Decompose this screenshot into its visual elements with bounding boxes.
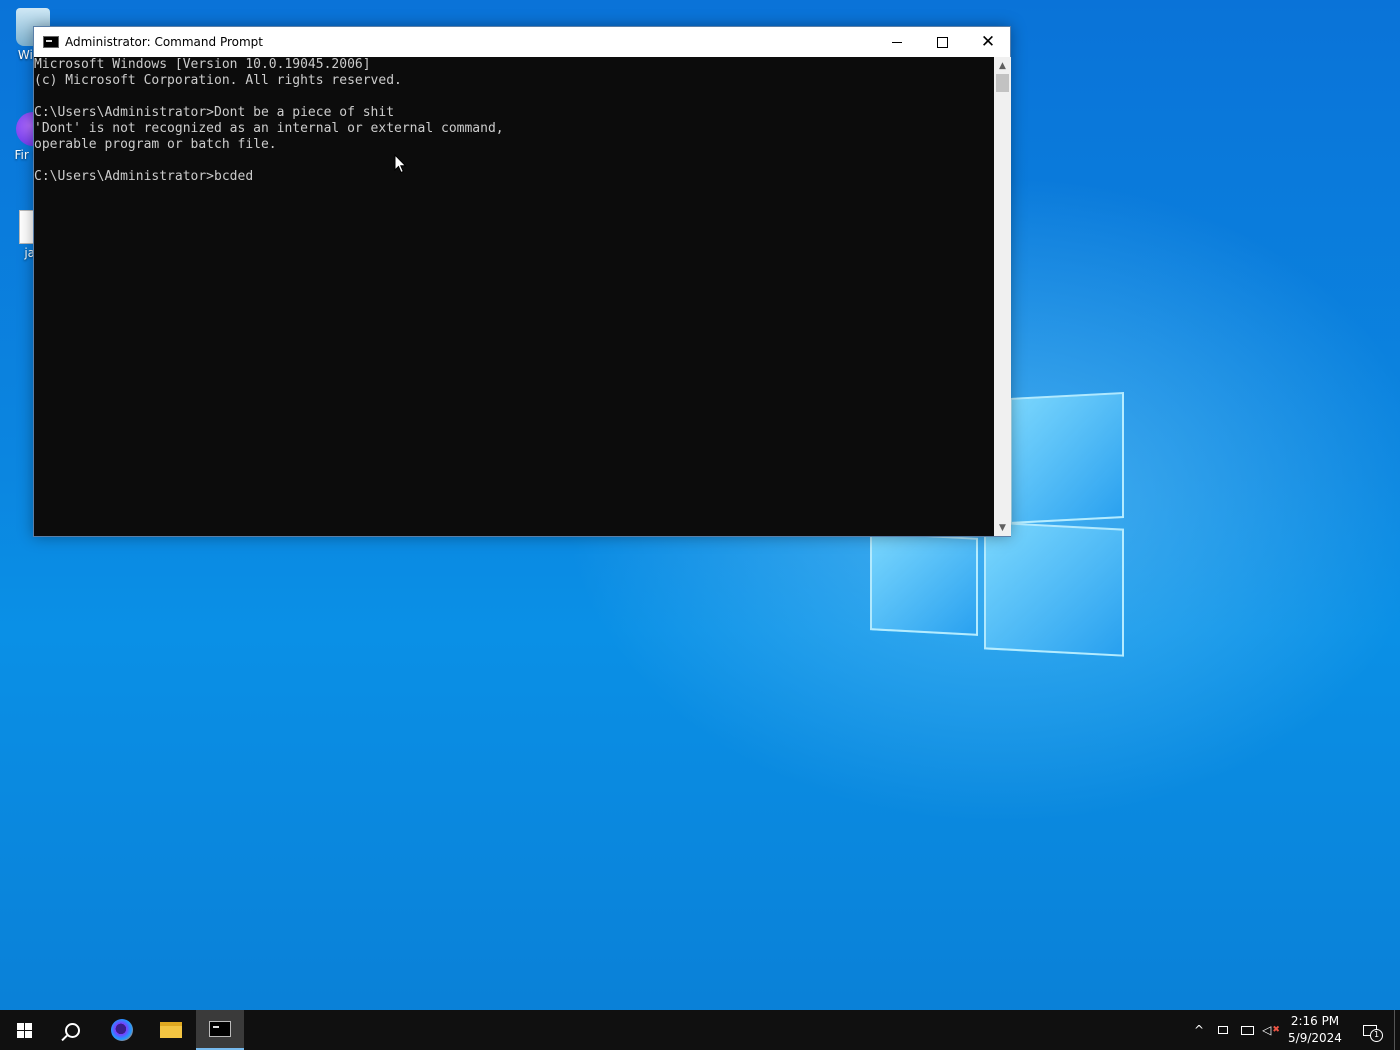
action-center-button[interactable]: 1 <box>1352 1010 1388 1050</box>
chevron-down-icon: ▼ <box>999 522 1006 533</box>
minimize-button[interactable] <box>874 27 920 57</box>
network-button[interactable] <box>1236 1010 1258 1050</box>
chevron-up-icon: ▲ <box>999 60 1006 71</box>
console-line: C:\Users\Administrator>Dont be a piece o… <box>34 105 395 120</box>
scroll-up-button[interactable]: ▲ <box>994 57 1011 74</box>
clock-time: 2:16 PM <box>1290 1014 1340 1028</box>
cmd-icon <box>209 1021 231 1037</box>
scroll-down-button[interactable]: ▼ <box>994 519 1011 536</box>
camera-icon <box>1218 1026 1228 1034</box>
notification-icon: 1 <box>1363 1024 1383 1042</box>
windows-start-icon <box>16 1022 32 1038</box>
show-hidden-icons-button[interactable]: ^ <box>1188 1010 1210 1050</box>
muted-icon: ✖ <box>1272 1025 1280 1035</box>
notification-count-badge: 1 <box>1370 1028 1383 1042</box>
show-desktop-button[interactable] <box>1394 1010 1400 1050</box>
volume-button[interactable]: ◁ ✖ <box>1260 1010 1282 1050</box>
console-output[interactable]: Microsoft Windows [Version 10.0.19045.20… <box>34 57 994 536</box>
taskbar-clock[interactable]: 2:16 PM 5/9/2024 <box>1282 1010 1348 1050</box>
meet-now-button[interactable] <box>1212 1010 1234 1050</box>
window-title: Administrator: Command Prompt <box>65 35 263 49</box>
speaker-icon: ◁ <box>1262 1023 1272 1037</box>
close-icon: ✕ <box>980 31 996 52</box>
taskbar: ^ ◁ ✖ 2:16 PM 5/9/2024 1 <box>0 1010 1400 1050</box>
clock-date: 5/9/2024 <box>1288 1031 1342 1045</box>
chevron-up-icon: ^ <box>1193 1023 1205 1037</box>
console-line: (c) Microsoft Corporation. All rights re… <box>34 73 402 88</box>
vertical-scrollbar[interactable]: ▲ ▼ <box>994 57 1011 536</box>
command-prompt-window[interactable]: Administrator: Command Prompt ✕ Microsof… <box>33 26 1011 537</box>
taskbar-command-prompt[interactable] <box>196 1010 244 1050</box>
window-titlebar[interactable]: Administrator: Command Prompt ✕ <box>34 27 1010 57</box>
network-icon <box>1240 1025 1254 1035</box>
search-button[interactable] <box>48 1010 96 1050</box>
console-input-line[interactable]: C:\Users\Administrator>bcded <box>34 169 994 185</box>
minimize-icon <box>892 41 902 43</box>
firefox-icon <box>111 1019 133 1041</box>
close-button[interactable]: ✕ <box>965 27 1011 57</box>
mouse-cursor-icon <box>394 154 407 174</box>
taskbar-file-explorer[interactable] <box>147 1010 195 1050</box>
maximize-button[interactable] <box>919 27 965 57</box>
cmd-icon <box>43 36 59 48</box>
taskbar-firefox[interactable] <box>98 1010 146 1050</box>
maximize-icon <box>936 36 948 48</box>
console-line: operable program or batch file. <box>34 137 277 152</box>
search-icon <box>64 1022 80 1038</box>
start-button[interactable] <box>0 1010 48 1050</box>
console-line: 'Dont' is not recognized as an internal … <box>34 121 504 136</box>
scrollbar-thumb[interactable] <box>996 74 1009 92</box>
folder-icon <box>160 1022 182 1038</box>
console-line: Microsoft Windows [Version 10.0.19045.20… <box>34 57 371 72</box>
